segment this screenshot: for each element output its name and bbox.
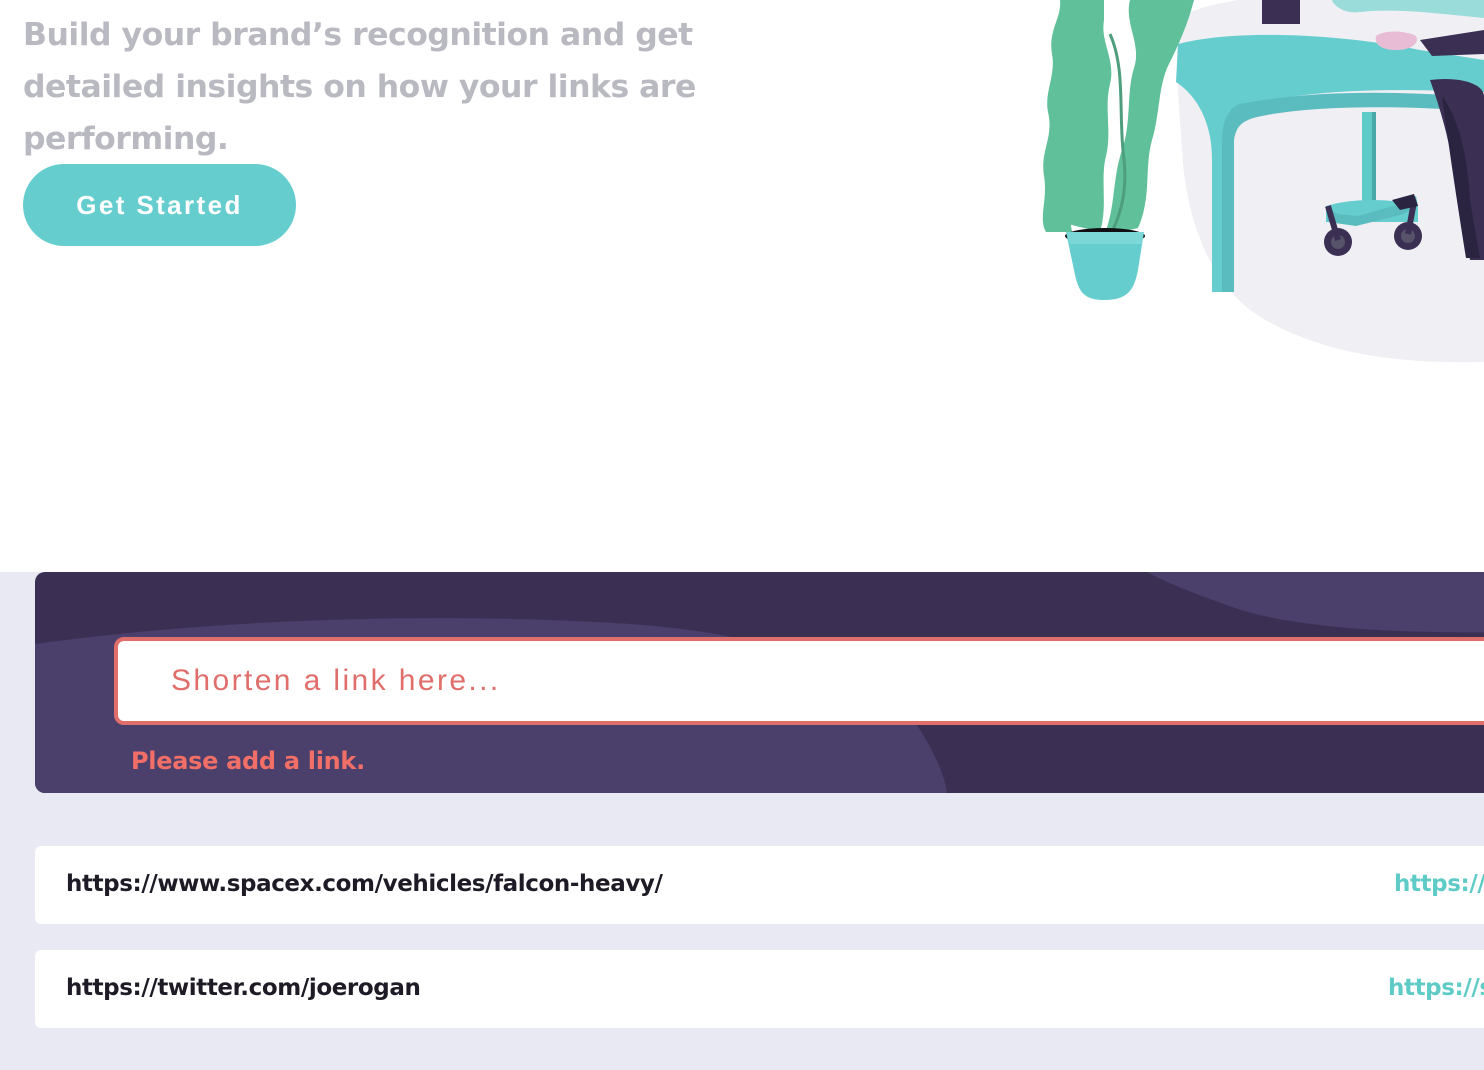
original-url: https://twitter.com/joerogan <box>66 975 421 1001</box>
error-message: Please add a link. <box>131 747 365 775</box>
working-person-illustration <box>1036 0 1484 363</box>
shorten-section: Please add a link. https://www.spacex.co… <box>0 572 1484 1070</box>
shorten-link-input[interactable] <box>114 637 1484 725</box>
shorten-panel: Please add a link. <box>35 572 1484 793</box>
original-url: https://www.spacex.com/vehicles/falcon-h… <box>66 871 663 897</box>
hero-description: Build your brand’s recognition and get d… <box>23 17 696 157</box>
short-url-link[interactable]: https:// <box>1394 846 1484 922</box>
result-card: https://twitter.com/joerogan https://s <box>35 950 1484 1028</box>
short-url-link[interactable]: https://s <box>1388 950 1484 1026</box>
get-started-button[interactable]: Get Started <box>23 164 296 246</box>
hero-section: Build your brand’s recognition and get d… <box>0 0 1484 572</box>
result-card: https://www.spacex.com/vehicles/falcon-h… <box>35 846 1484 924</box>
